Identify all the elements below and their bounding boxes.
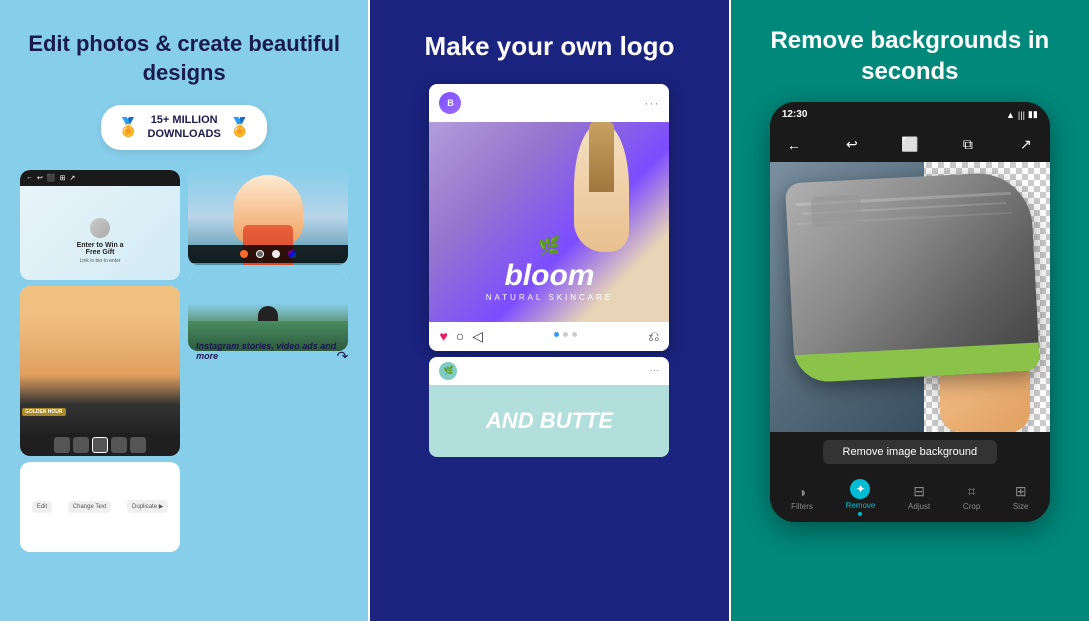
undo-button[interactable]: ↩ xyxy=(838,131,866,159)
laurel-right-icon: 🏅 xyxy=(229,117,251,138)
arrow-icon: ↷ xyxy=(337,348,349,365)
landscape-mock xyxy=(188,271,348,351)
bloom-tagline: NATURAL SKINCARE xyxy=(429,293,669,302)
panel-remove-bg: Remove backgrounds in seconds 12:30 ▲ ||… xyxy=(731,0,1089,621)
comment-icon[interactable]: ○ xyxy=(456,328,464,344)
adjust-icon: ⊟ xyxy=(913,483,925,500)
toolbar-mock[interactable]: Edit Change Text Duplicate ▶ xyxy=(20,462,180,552)
save-icon[interactable]: ⎌ xyxy=(648,328,659,345)
insta-post-image: 🌿 bloom NATURAL SKINCARE xyxy=(429,122,669,322)
signal-icon: ||| xyxy=(1018,110,1025,120)
award-text: 15+ MILLION DOWNLOADS xyxy=(148,113,221,142)
post2-dots-icon: ··· xyxy=(649,365,659,376)
adjust-label: Adjust xyxy=(908,502,930,511)
color-dot-gray xyxy=(256,250,264,258)
filter-thumb-2 xyxy=(73,437,89,453)
leaf-icon: 🌿 xyxy=(429,236,669,257)
status-icons: ▲ ||| ▮▮ xyxy=(1006,109,1038,120)
wifi-icon: ▲ xyxy=(1006,110,1015,120)
remove-icon-active: ✦ xyxy=(850,479,870,499)
size-label: Size xyxy=(1013,502,1029,511)
color-dot-orange xyxy=(240,250,248,258)
color-picker-icon xyxy=(288,250,296,258)
adjust-tool[interactable]: ⊟ Adjust xyxy=(902,481,936,513)
portrait-face: GOLDEN HOUR xyxy=(20,286,180,434)
phone-col-right: Instagram stories, video ads and more ↷ xyxy=(188,170,348,552)
insta-options-icon[interactable]: ··· xyxy=(644,96,659,110)
bloom-brand-text: bloom xyxy=(429,259,669,293)
panel-logo: Make your own logo B ··· 🌿 bloom NATURAL… xyxy=(370,0,728,621)
remove-icon: ✦ xyxy=(855,482,865,496)
remove-tool[interactable]: ✦ Remove xyxy=(840,477,882,518)
insta-post-header: B ··· xyxy=(429,84,669,122)
phone-frame: 12:30 ▲ ||| ▮▮ ← ↩ ⬜ ⧉ ↗ xyxy=(770,102,1050,522)
phone-top-toolbar: ← ↩ ⬜ ⧉ ↗ xyxy=(770,127,1050,162)
story-card-mock: ← ↩ ⬛ ⊞ ↗ Enter to Win aFree Gift Link i… xyxy=(20,170,180,280)
shoe-area xyxy=(770,162,1050,432)
post2-avatar: 🌿 xyxy=(439,362,457,380)
crop-tool-icon[interactable]: ⬜ xyxy=(896,131,924,159)
change-text-button[interactable]: Change Text xyxy=(68,501,112,513)
filters-label: Filters xyxy=(791,502,813,511)
story-avatar xyxy=(90,218,110,238)
instagram-caption: Instagram stories, video ads and more xyxy=(196,341,348,361)
golden-hour-label: GOLDEN HOUR xyxy=(22,408,66,416)
color-toolbar xyxy=(188,245,348,263)
laurel-left-icon: 🏅 xyxy=(117,117,139,138)
portrait-filters xyxy=(20,434,180,456)
portrait-mock: GOLDEN HOUR xyxy=(20,286,180,456)
phone-col-left: ← ↩ ⬛ ⊞ ↗ Enter to Win aFree Gift Link i… xyxy=(20,170,180,552)
story-card-content: Enter to Win aFree Gift Link in bio to e… xyxy=(20,186,180,280)
filter-thumb-3 xyxy=(92,437,108,453)
panel1-headline: Edit photos & create beautiful designs xyxy=(20,30,348,87)
heart-icon[interactable]: ♥ xyxy=(439,328,447,344)
status-time: 12:30 xyxy=(782,109,808,120)
phone-mockups: ← ↩ ⬛ ⊞ ↗ Enter to Win aFree Gift Link i… xyxy=(20,170,348,552)
crop-icon: ⌗ xyxy=(968,483,976,500)
shoe-laces xyxy=(810,195,862,228)
crop-tool[interactable]: ⌗ Crop xyxy=(957,481,986,513)
phone-bottom-toolbar[interactable]: ◑ Filters ✦ Remove ⊟ Adjust ⌗ Crop ⊞ Siz… xyxy=(770,472,1050,522)
size-icon: ⊞ xyxy=(1015,483,1027,500)
size-tool[interactable]: ⊞ Size xyxy=(1007,481,1035,513)
insta-post-2: 🌿 ··· AND BUTTE xyxy=(429,357,669,457)
layers-icon[interactable]: ⧉ xyxy=(954,131,982,159)
caption-area: Instagram stories, video ads and more ↷ xyxy=(188,357,348,365)
crop-label: Crop xyxy=(963,502,980,511)
remove-bg-panel: Remove image background xyxy=(770,432,1050,472)
active-indicator xyxy=(858,512,862,516)
filter-thumb-1 xyxy=(54,437,70,453)
bloom-logo: 🌿 bloom NATURAL SKINCARE xyxy=(429,236,669,302)
export-icon[interactable]: ↗ xyxy=(1012,131,1040,159)
edit-button[interactable]: Edit xyxy=(32,501,52,513)
butter-brand-text: AND BUTTE xyxy=(486,408,613,434)
panel2-headline: Make your own logo xyxy=(425,30,675,64)
post2-header: 🌿 ··· xyxy=(429,357,669,385)
nav-dot-3 xyxy=(572,332,577,337)
shoe-image xyxy=(790,177,1035,377)
panel-edit-photos: Edit photos & create beautiful designs 🏅… xyxy=(0,0,368,621)
instagram-post: B ··· 🌿 bloom NATURAL SKINCARE ♥ ○ ◁ xyxy=(429,84,669,351)
award-badge: 🏅 15+ MILLION DOWNLOADS 🏅 xyxy=(101,105,267,150)
filter-thumb-4 xyxy=(111,437,127,453)
nav-dot-2 xyxy=(563,332,568,337)
share-icon[interactable]: ◁ xyxy=(472,328,483,345)
back-button[interactable]: ← xyxy=(780,131,808,159)
nav-dot-1 xyxy=(554,332,559,337)
insta-actions: ♥ ○ ◁ ⎌ xyxy=(429,322,669,351)
insta-avatar: B xyxy=(439,92,461,114)
battery-icon: ▮▮ xyxy=(1028,109,1038,120)
remove-label: Remove xyxy=(846,501,876,510)
duplicate-button[interactable]: Duplicate ▶ xyxy=(127,500,168,513)
phone-content-area xyxy=(770,162,1050,432)
remove-bg-label: Remove image background xyxy=(823,440,998,464)
panel3-headline: Remove backgrounds in seconds xyxy=(746,25,1074,87)
filters-icon: ◑ xyxy=(798,484,806,500)
slide-dots xyxy=(554,332,577,341)
phone-status-bar: 12:30 ▲ ||| ▮▮ xyxy=(770,102,1050,127)
filters-tool[interactable]: ◑ Filters xyxy=(785,482,819,513)
photo-edit-mock xyxy=(188,170,348,265)
filter-thumb-5 xyxy=(130,437,146,453)
color-dot-white xyxy=(272,250,280,258)
